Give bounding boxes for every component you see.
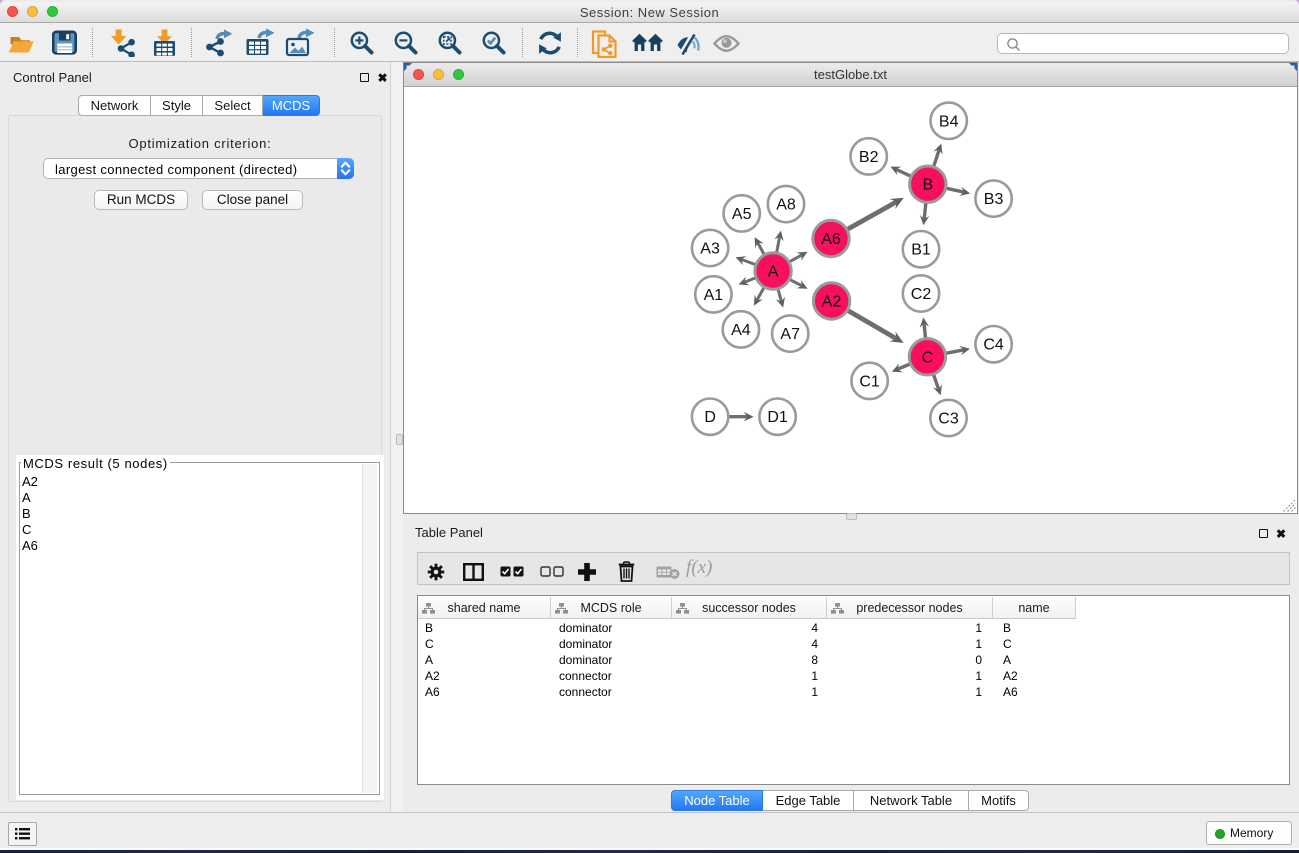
svg-text:A7: A7 [780,326,800,343]
svg-text:A6: A6 [821,231,841,248]
svg-text:D: D [704,409,716,426]
svg-text:C: C [922,349,934,366]
svg-text:B4: B4 [939,113,959,130]
svg-text:A1: A1 [704,287,724,304]
svg-text:C1: C1 [859,373,880,390]
svg-text:C3: C3 [938,411,959,428]
svg-text:C4: C4 [983,337,1004,354]
svg-text:A3: A3 [700,241,720,258]
svg-text:A4: A4 [731,322,751,339]
svg-text:A8: A8 [776,197,796,214]
svg-text:D1: D1 [767,409,788,426]
svg-text:B2: B2 [859,149,879,166]
svg-text:B1: B1 [911,242,931,259]
svg-text:C2: C2 [911,286,932,303]
svg-text:A5: A5 [732,206,752,223]
svg-text:B: B [922,177,933,194]
svg-text:A2: A2 [822,294,842,311]
svg-text:B3: B3 [984,191,1004,208]
svg-text:A: A [768,264,779,281]
